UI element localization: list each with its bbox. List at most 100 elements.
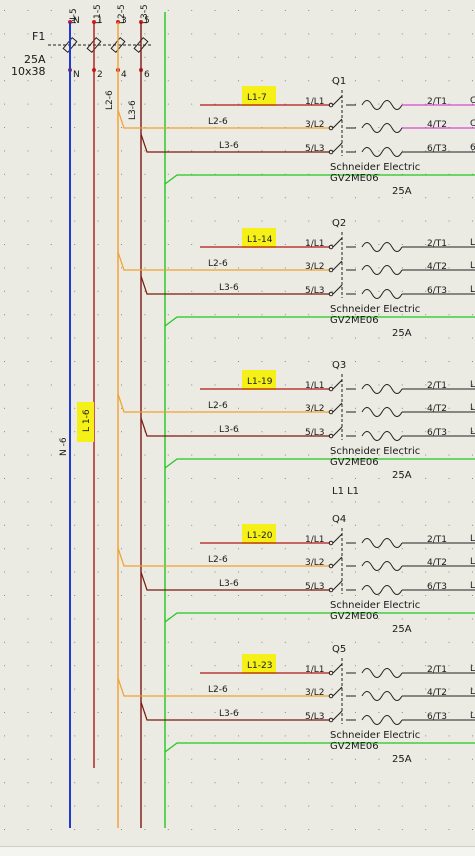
terminal-in: 3/L2 [305, 558, 325, 568]
switch-contact [332, 237, 343, 248]
breaker-q2[interactable]: Q2L1-14L2-6L3-61/L1 2/T1 L3/L2 4/T2 L5/L3 6/T… [117, 218, 475, 339]
wire-label-l3: L3-6 [219, 579, 239, 589]
wire-out-tail: L [470, 664, 475, 674]
terminal-in: 3/L2 [305, 262, 325, 272]
breaker-maker: Schneider Electric [330, 162, 420, 173]
switch-contact [332, 284, 343, 295]
fuse-size: 10x38 [11, 65, 46, 78]
thermal-element [361, 715, 403, 725]
thermal-element [361, 147, 403, 157]
l2-bus-label: L2-6 [105, 90, 115, 110]
switch-contact [332, 663, 343, 674]
thermal-element [361, 431, 403, 441]
breaker-ref: Q5 [332, 644, 346, 655]
wire-out-tail: L [470, 261, 475, 271]
terminal-in: 3/L2 [305, 120, 325, 130]
wire-label-l2: L2-6 [208, 555, 228, 565]
switch-contact [332, 142, 343, 153]
breaker-model: GV2ME06 [330, 611, 379, 622]
terminal-in: 3/L2 [305, 404, 325, 414]
wire-label-l3: L3-6 [219, 709, 239, 719]
terminal-in: 1/L1 [305, 239, 325, 249]
fuse-top-num: N [73, 16, 80, 26]
fuse-top-num: 1 [97, 16, 103, 26]
terminal-in: 1/L1 [305, 381, 325, 391]
fuse-bottom-num: 4 [121, 70, 127, 80]
switch-contact [332, 556, 343, 567]
breaker-maker: Schneider Electric [330, 600, 420, 611]
fuse-bottom-num: 2 [97, 70, 103, 80]
thermal-element [361, 123, 403, 133]
breaker-ref: Q3 [332, 360, 346, 371]
wire-tag-l1: L1-20 [247, 531, 273, 541]
busbars: L2-6 L3-6 N -6 L 1-6 [59, 12, 166, 828]
terminal-in: 5/L3 [305, 428, 325, 438]
wire-label-l3: L3-6 [219, 141, 239, 151]
breaker-maker: Schneider Electric [330, 446, 420, 457]
thermal-element [361, 384, 403, 394]
switch-contact [332, 686, 343, 697]
thermal-element [361, 407, 403, 417]
breaker-q5[interactable]: Q5L1-23L2-6L3-61/L1 2/T1 L3/L2 4/T2 L5/L3 6/T… [117, 644, 475, 765]
thermal-element [361, 100, 403, 110]
thermal-element [361, 265, 403, 275]
wire-pe[interactable] [164, 316, 475, 327]
wire-out-tail: L [470, 581, 475, 591]
neutral-bus-label: N -6 [59, 437, 69, 456]
breaker-ref: Q4 [332, 514, 346, 525]
breaker-rating: 25A [392, 624, 412, 635]
schematic-canvas: F1 25A 10x38 N-5N L1-51 L2-53 L3-55 N246 L2… [4, 4, 475, 830]
breaker-model: GV2ME06 [330, 741, 379, 752]
switch-contact [332, 533, 343, 544]
terminal-in: 5/L3 [305, 712, 325, 722]
switch-contact [332, 710, 343, 721]
wire-out-tail: L [470, 534, 475, 544]
thermal-element [361, 242, 403, 252]
wire-tag-l1: L1-23 [247, 661, 272, 671]
wire-tag-l1: L1-19 [247, 377, 273, 387]
fuse-bottom-num: 6 [144, 70, 150, 80]
terminal-in: 1/L1 [305, 97, 325, 107]
switch-contact [332, 426, 343, 437]
grid-dots [4, 10, 473, 830]
wire-tag-l1: L1-7 [247, 93, 267, 103]
wire-tag-l1: L1-14 [247, 235, 273, 245]
wire-pe[interactable] [164, 612, 475, 623]
breakers: Q1L1-7L2-6L3-61/L1 2/T1 C3/L2 4/T2 C5/L3 6/T3… [117, 76, 475, 765]
breaker-q3[interactable]: Q3L1-19L2-6L3-61/L1 2/T1 L3/L2 4/T2 L5/L3 6/T… [117, 360, 475, 481]
terminal-in: 5/L3 [305, 144, 325, 154]
wire-pe[interactable] [164, 458, 475, 469]
thermal-element [361, 691, 403, 701]
between-label: L1 L1 [332, 486, 359, 497]
l1-bus-tag: L 1-6 [82, 409, 92, 432]
breaker-rating: 25A [392, 328, 412, 339]
fuse-f1[interactable]: F1 25A 10x38 N-5N L1-51 L2-53 L3-55 N246 [11, 4, 153, 80]
breaker-rating: 25A [392, 470, 412, 481]
wire-label-l2: L2-6 [208, 259, 228, 269]
switch-contact [332, 118, 343, 129]
wire-out-tail: L [470, 557, 475, 567]
wire-out-tail: L [470, 285, 475, 295]
terminal-in: 3/L2 [305, 688, 325, 698]
wire-out-tail: L [470, 238, 475, 248]
breaker-ref: Q2 [332, 218, 346, 229]
breaker-q4[interactable]: Q4L1-20L2-6L3-61/L1 2/T1 L3/L2 4/T2 L5/L3 6/T… [117, 514, 475, 635]
wire-out-tail: C [470, 119, 475, 129]
terminal-in: 5/L3 [305, 582, 325, 592]
wire-out-tail: L [470, 711, 475, 721]
thermal-element [361, 289, 403, 299]
switch-contact [332, 95, 343, 106]
breaker-q1[interactable]: Q1L1-7L2-6L3-61/L1 2/T1 C3/L2 4/T2 C5/L3 6/T3… [117, 76, 475, 197]
breaker-model: GV2ME06 [330, 457, 379, 468]
wire-pe[interactable] [164, 742, 475, 753]
wire-pe[interactable] [164, 174, 475, 185]
wire-out-tail: C [470, 96, 475, 106]
breaker-rating: 25A [392, 186, 412, 197]
thermal-element [361, 538, 403, 548]
breaker-model: GV2ME06 [330, 173, 379, 184]
wire-out-tail: 6 [470, 143, 475, 153]
wire-label-l2: L2-6 [208, 117, 228, 127]
breaker-model: GV2ME06 [330, 315, 379, 326]
l3-bus-label: L3-6 [128, 100, 138, 120]
breaker-rating: 25A [392, 754, 412, 765]
